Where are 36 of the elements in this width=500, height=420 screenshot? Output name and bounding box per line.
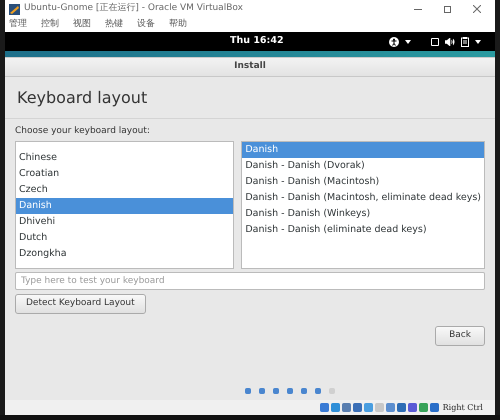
list-item[interactable]: Danish - Danish (Winkeys) — [242, 206, 484, 222]
list-item[interactable]: Danish - Danish (Macintosh) — [242, 174, 484, 190]
menu-item[interactable]: 管理 — [9, 18, 27, 32]
clock[interactable]: Thu 16:42 — [230, 34, 284, 49]
close-icon[interactable] — [473, 5, 481, 13]
list-item[interactable]: Croatian — [16, 166, 234, 182]
menu-item[interactable]: 控制 — [41, 18, 59, 32]
maximize-icon[interactable] — [444, 6, 451, 12]
list-item[interactable]: Dhivehi — [16, 214, 234, 230]
caret-icon[interactable] — [475, 40, 481, 44]
list-item[interactable]: Czech — [16, 182, 234, 198]
menu-item[interactable]: 视图 — [73, 18, 91, 32]
dialog-title: Install — [234, 60, 266, 74]
accessibility-icon[interactable] — [389, 36, 399, 46]
test-input-field[interactable]: Type here to test your keyboard — [15, 272, 485, 290]
menu-item[interactable]: 帮助 — [169, 18, 187, 32]
menu-item[interactable]: 设备 — [137, 18, 155, 32]
minimize-icon[interactable] — [414, 8, 422, 10]
list-item[interactable]: Danish - Danish (eliminate dead keys) — [242, 222, 484, 238]
list-item[interactable]: Dutch — [16, 230, 234, 246]
window-title: Ubuntu-Gnome [正在运行] - Oracle VM VirtualBox — [24, 2, 244, 16]
menu-item[interactable]: 热键 — [105, 18, 123, 32]
back-button[interactable]: Back — [435, 326, 485, 346]
window-icon[interactable] — [431, 38, 439, 46]
list-item[interactable]: Danish - Danish (Macintosh, eliminate dead keys) — [242, 190, 484, 206]
host-key-label: Right Ctrl — [442, 402, 483, 414]
detect-layout-button[interactable]: Detect Keyboard Layout — [15, 294, 146, 314]
list-item[interactable]: Dzongkha — [16, 246, 234, 262]
app-icon — [9, 4, 20, 14]
clipboard-icon[interactable] — [461, 36, 469, 46]
caret-icon[interactable] — [405, 40, 411, 44]
prompt-label: Choose your keyboard layout: — [15, 125, 151, 138]
list-item[interactable]: Chinese — [16, 150, 234, 166]
volume-icon[interactable] — [445, 38, 455, 46]
page-heading: Keyboard layout — [17, 86, 148, 108]
list-item[interactable]: Danish - Danish (Dvorak) — [242, 158, 484, 174]
